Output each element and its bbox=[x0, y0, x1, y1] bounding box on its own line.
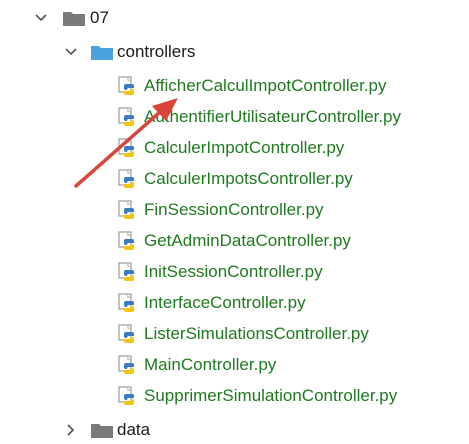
file-name: InitSessionController.py bbox=[144, 262, 323, 281]
tree-file-item[interactable]: GetAdminDataController.py bbox=[0, 227, 469, 255]
folder-icon bbox=[91, 44, 113, 60]
python-file-icon bbox=[118, 107, 138, 127]
tree-file-item[interactable]: InitSessionController.py bbox=[0, 258, 469, 286]
tree-file-item[interactable]: ListerSimulationsController.py bbox=[0, 320, 469, 348]
tree-file-item[interactable]: FinSessionController.py bbox=[0, 196, 469, 224]
folder-icon bbox=[91, 422, 113, 438]
file-name: SupprimerSimulationController.py bbox=[144, 386, 398, 405]
python-file-icon bbox=[118, 386, 138, 406]
tree-node-label: data bbox=[117, 420, 151, 439]
chevron-down-icon[interactable] bbox=[33, 10, 49, 26]
tree-file-item[interactable]: AuthentifierUtilisateurController.py bbox=[0, 103, 469, 131]
chevron-right-icon[interactable] bbox=[63, 422, 79, 438]
tree-file-item[interactable]: AfficherCalculImpotController.py bbox=[0, 72, 469, 100]
tree-file-item[interactable]: SupprimerSimulationController.py bbox=[0, 382, 469, 410]
python-file-icon bbox=[118, 76, 138, 96]
tree-node-data[interactable]: data bbox=[0, 416, 469, 444]
file-name: MainController.py bbox=[144, 355, 277, 374]
file-name: AuthentifierUtilisateurController.py bbox=[144, 107, 402, 126]
file-name: CalculerImpotController.py bbox=[144, 138, 345, 157]
file-name: ListerSimulationsController.py bbox=[144, 324, 369, 343]
python-file-icon bbox=[118, 293, 138, 313]
file-name: InterfaceController.py bbox=[144, 293, 306, 312]
python-file-icon bbox=[118, 169, 138, 189]
tree-file-item[interactable]: MainController.py bbox=[0, 351, 469, 379]
file-name: GetAdminDataController.py bbox=[144, 231, 351, 250]
python-file-icon bbox=[118, 324, 138, 344]
python-file-icon bbox=[118, 262, 138, 282]
tree-file-item[interactable]: CalculerImpotsController.py bbox=[0, 165, 469, 193]
python-file-icon bbox=[118, 231, 138, 251]
python-file-icon bbox=[118, 138, 138, 158]
tree-node-label: 07 bbox=[90, 8, 109, 27]
file-name: FinSessionController.py bbox=[144, 200, 324, 219]
python-file-icon bbox=[118, 355, 138, 375]
project-tree: 07 controllers AfficherCalculImpotContro… bbox=[0, 0, 469, 439]
file-name: AfficherCalculImpotController.py bbox=[144, 76, 387, 95]
file-name: CalculerImpotsController.py bbox=[144, 169, 353, 188]
tree-node-07[interactable]: 07 bbox=[0, 4, 469, 32]
tree-file-item[interactable]: CalculerImpotController.py bbox=[0, 134, 469, 162]
folder-icon bbox=[63, 10, 85, 26]
python-file-icon bbox=[118, 200, 138, 220]
tree-file-item[interactable]: InterfaceController.py bbox=[0, 289, 469, 317]
chevron-down-icon[interactable] bbox=[63, 44, 79, 60]
tree-node-controllers[interactable]: controllers bbox=[0, 38, 469, 66]
tree-node-label: controllers bbox=[117, 42, 196, 61]
